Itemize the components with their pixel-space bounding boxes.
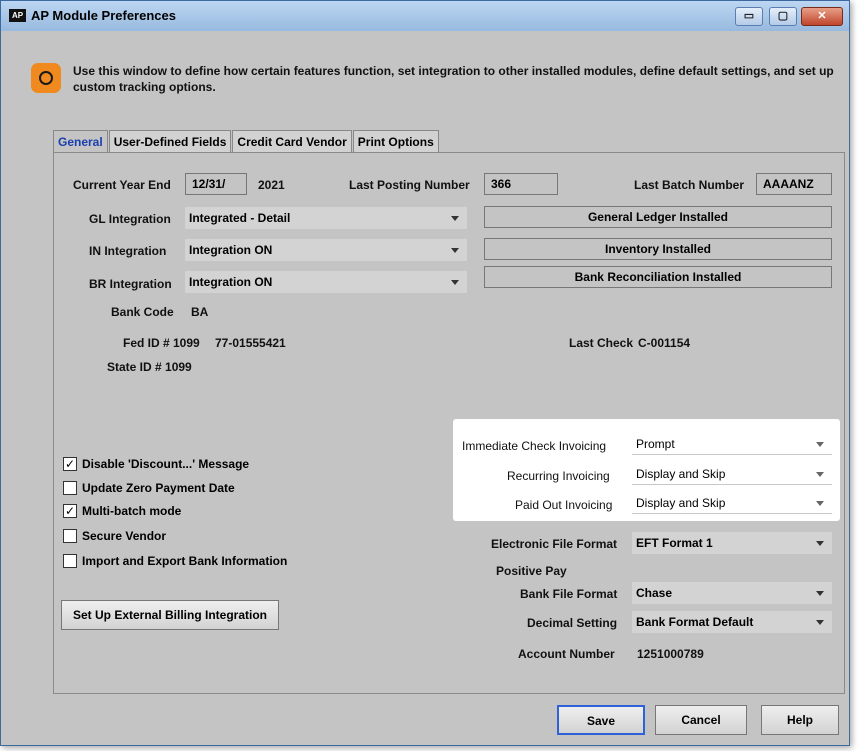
help-button[interactable]: Help bbox=[761, 705, 839, 735]
decimal-setting-value: Bank Format Default bbox=[636, 615, 754, 629]
tab-strip: General User-Defined Fields Credit Card … bbox=[53, 130, 440, 153]
chevron-down-icon bbox=[451, 248, 459, 253]
in-integration-dropdown[interactable]: Integration ON bbox=[185, 239, 467, 261]
recurring-invoicing-dropdown[interactable]: Display and Skip bbox=[632, 463, 832, 485]
gear-icon bbox=[31, 63, 61, 93]
state-id-label: State ID # 1099 bbox=[107, 360, 192, 374]
in-integration-value: Integration ON bbox=[189, 243, 273, 257]
checkbox-checked-icon: ✓ bbox=[63, 504, 77, 518]
bank-file-format-dropdown[interactable]: Chase bbox=[632, 582, 832, 604]
br-integration-dropdown[interactable]: Integration ON bbox=[185, 271, 467, 293]
tab-general[interactable]: General bbox=[53, 130, 108, 153]
bank-code-value: BA bbox=[191, 305, 209, 319]
last-check-value: C-001154 bbox=[638, 336, 691, 350]
br-integration-label: BR Integration bbox=[89, 277, 172, 291]
last-batch-number-field[interactable]: AAAANZ bbox=[756, 173, 832, 195]
set-up-external-billing-button[interactable]: Set Up External Billing Integration bbox=[61, 600, 279, 630]
gl-integration-label: GL Integration bbox=[89, 212, 171, 226]
maximize-icon: ▢ bbox=[777, 10, 789, 22]
ap-module-preferences-window: AP AP Module Preferences ▭ ▢ ✕ Use this … bbox=[0, 0, 850, 746]
gl-integration-value: Integrated - Detail bbox=[189, 211, 291, 225]
chevron-down-icon bbox=[816, 620, 824, 625]
chevron-down-icon bbox=[451, 216, 459, 221]
chevron-down-icon bbox=[816, 591, 824, 596]
paid-out-invoicing-label: Paid Out Invoicing bbox=[515, 498, 613, 512]
chevron-down-icon bbox=[816, 541, 824, 546]
checkbox-label: Disable 'Discount...' Message bbox=[82, 457, 250, 471]
gl-status-field: General Ledger Installed bbox=[484, 206, 832, 228]
paid-out-invoicing-value: Display and Skip bbox=[636, 496, 726, 510]
in-status-field: Inventory Installed bbox=[484, 238, 832, 260]
immediate-check-invoicing-dropdown[interactable]: Prompt bbox=[632, 433, 832, 455]
checkbox-checked-icon: ✓ bbox=[63, 457, 77, 471]
bank-code-label: Bank Code bbox=[111, 305, 174, 319]
last-batch-number-label: Last Batch Number bbox=[634, 178, 745, 192]
bank-file-format-label: Bank File Format bbox=[520, 587, 618, 601]
intro-text: Use this window to define how certain fe… bbox=[73, 64, 834, 94]
current-year-value: 2021 bbox=[258, 178, 285, 192]
checkbox-label: Update Zero Payment Date bbox=[82, 481, 235, 495]
checkbox-label: Secure Vendor bbox=[82, 529, 167, 543]
br-status-field: Bank Reconciliation Installed bbox=[484, 266, 832, 288]
decimal-setting-label: Decimal Setting bbox=[527, 616, 618, 630]
chevron-down-icon bbox=[816, 472, 824, 477]
last-posting-number-field[interactable]: 366 bbox=[484, 173, 558, 195]
save-button[interactable]: Save bbox=[557, 705, 645, 735]
tab-credit-card-vendor[interactable]: Credit Card Vendor bbox=[232, 130, 352, 153]
close-icon: ✕ bbox=[817, 10, 827, 22]
maximize-button[interactable]: ▢ bbox=[769, 7, 797, 26]
minimize-icon: ▭ bbox=[743, 10, 755, 22]
paid-out-invoicing-dropdown[interactable]: Display and Skip bbox=[632, 492, 832, 514]
bank-file-format-value: Chase bbox=[636, 586, 673, 600]
chevron-down-icon bbox=[816, 442, 824, 447]
last-check-label: Last Check bbox=[569, 336, 634, 350]
positive-pay-label: Positive Pay bbox=[496, 564, 567, 578]
cancel-button[interactable]: Cancel bbox=[655, 705, 747, 735]
chevron-down-icon bbox=[451, 280, 459, 285]
last-posting-number-label: Last Posting Number bbox=[349, 178, 470, 192]
checkbox-label: Multi-batch mode bbox=[82, 504, 182, 518]
electronic-file-format-dropdown[interactable]: EFT Format 1 bbox=[632, 532, 832, 554]
recurring-invoicing-label: Recurring Invoicing bbox=[507, 469, 610, 483]
current-year-end-label: Current Year End bbox=[73, 178, 171, 192]
title-bar[interactable]: AP AP Module Preferences ▭ ▢ ✕ bbox=[1, 1, 849, 31]
recurring-invoicing-value: Display and Skip bbox=[636, 467, 726, 481]
tab-print-options[interactable]: Print Options bbox=[352, 130, 439, 153]
in-integration-label: IN Integration bbox=[89, 244, 167, 258]
checkbox-unchecked-icon bbox=[63, 529, 77, 543]
chevron-down-icon bbox=[816, 501, 824, 506]
immediate-check-invoicing-label: Immediate Check Invoicing bbox=[462, 439, 607, 453]
app-icon: AP bbox=[9, 9, 26, 22]
close-button[interactable]: ✕ bbox=[801, 7, 843, 26]
window-title: AP Module Preferences bbox=[31, 8, 176, 23]
account-number-value: 1251000789 bbox=[637, 647, 704, 661]
fed-id-label: Fed ID # 1099 bbox=[123, 336, 200, 350]
electronic-file-format-value: EFT Format 1 bbox=[636, 536, 713, 550]
tab-user-defined-fields[interactable]: User-Defined Fields bbox=[108, 130, 232, 153]
fed-id-value: 77-01555421 bbox=[215, 336, 286, 350]
gl-integration-dropdown[interactable]: Integrated - Detail bbox=[185, 207, 467, 229]
account-number-label: Account Number bbox=[518, 647, 615, 661]
immediate-check-invoicing-value: Prompt bbox=[636, 437, 675, 451]
checkbox-unchecked-icon bbox=[63, 481, 77, 495]
decimal-setting-dropdown[interactable]: Bank Format Default bbox=[632, 611, 832, 633]
minimize-button[interactable]: ▭ bbox=[735, 7, 763, 26]
br-integration-value: Integration ON bbox=[189, 275, 273, 289]
electronic-file-format-label: Electronic File Format bbox=[491, 537, 618, 551]
checkbox-unchecked-icon bbox=[63, 554, 77, 568]
current-year-end-field[interactable]: 12/31/ bbox=[185, 173, 247, 195]
checkbox-label: Import and Export Bank Information bbox=[82, 554, 288, 568]
